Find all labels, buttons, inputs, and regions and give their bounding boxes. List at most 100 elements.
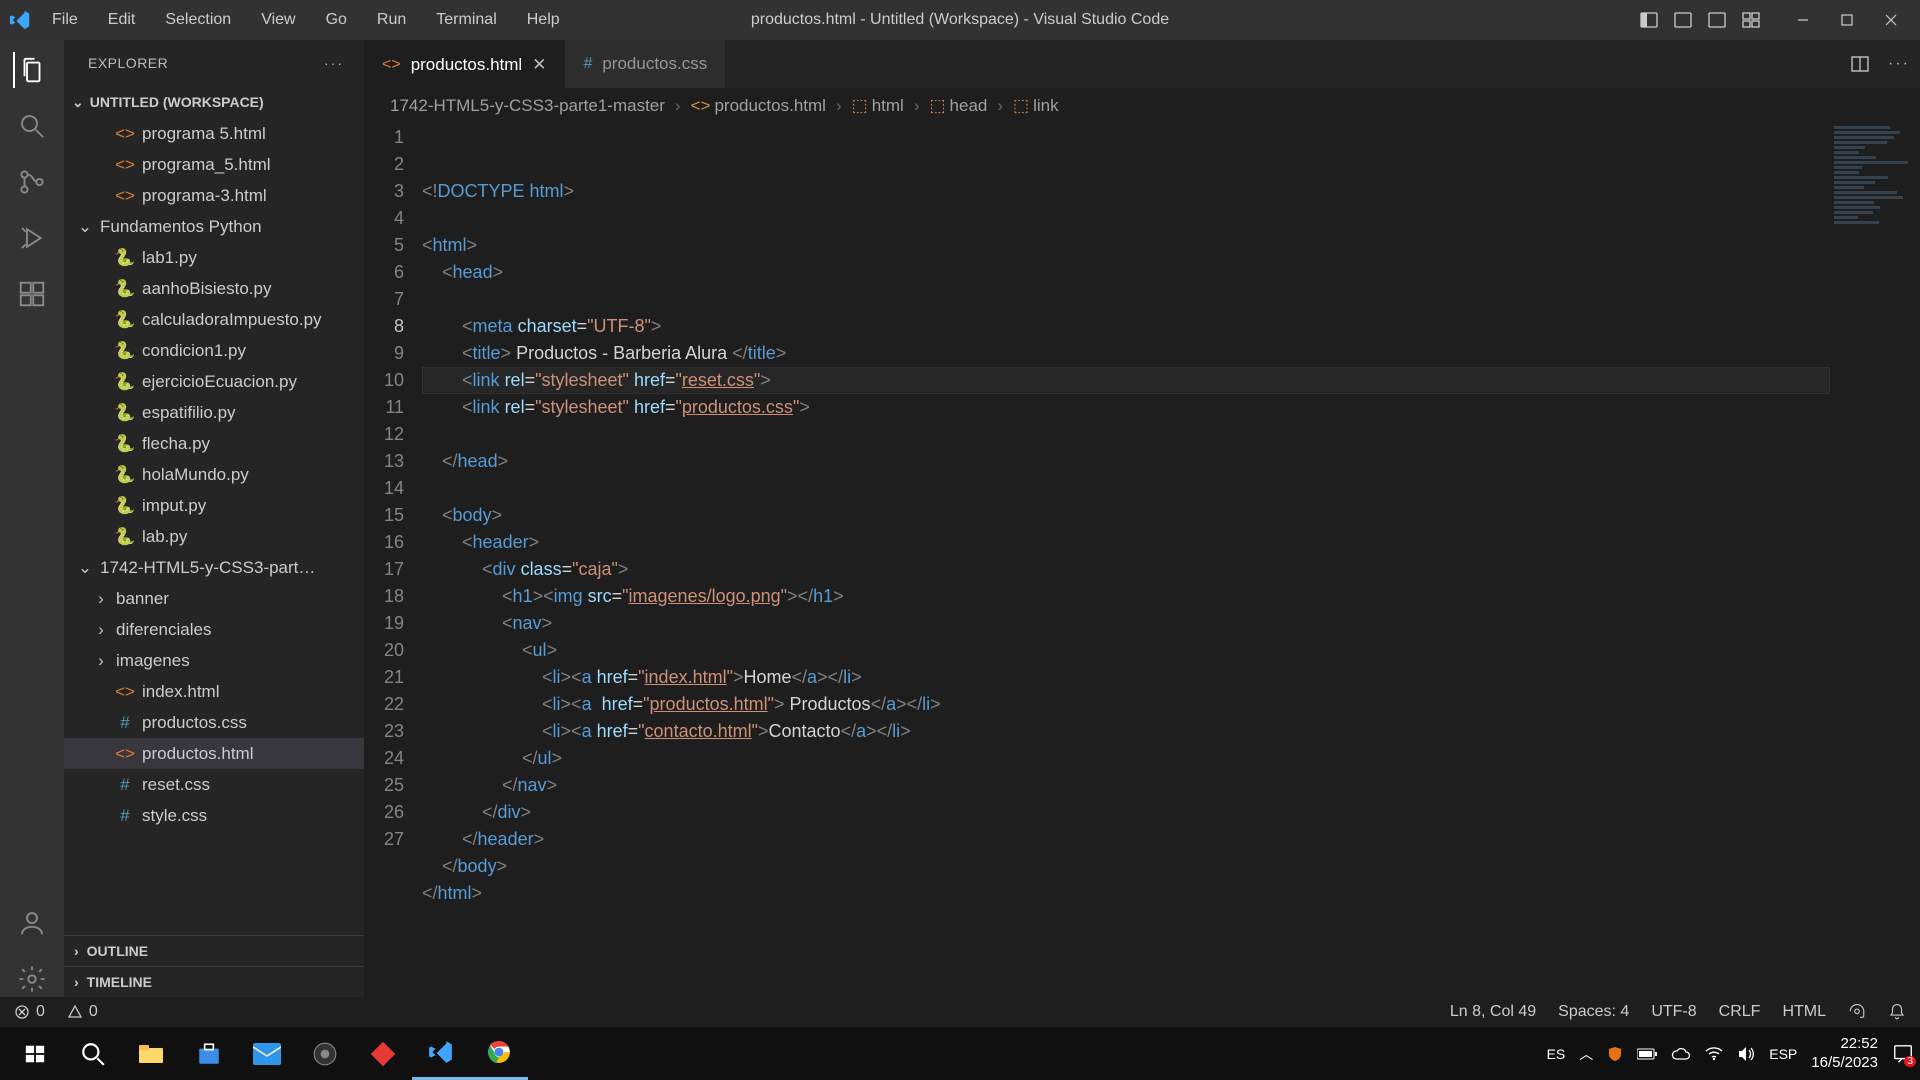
code-line[interactable]: <html> xyxy=(422,232,1920,259)
taskbar-clock[interactable]: 22:5216/5/2023 xyxy=(1811,1035,1878,1073)
tray-volume-icon[interactable] xyxy=(1737,1046,1755,1062)
minimize-button[interactable] xyxy=(1792,9,1814,31)
taskbar-explorer-icon[interactable] xyxy=(122,1027,180,1080)
tray-wifi-icon[interactable] xyxy=(1705,1047,1723,1061)
code-line[interactable]: <link rel="stylesheet" href="reset.css"> xyxy=(422,367,1830,394)
code-line[interactable]: </body> xyxy=(422,853,1920,880)
file-row[interactable]: 🐍ejercicioEcuacion.py xyxy=(64,366,364,397)
panel-bottom-icon[interactable] xyxy=(1672,9,1694,31)
code-line[interactable]: </header> xyxy=(422,826,1920,853)
taskbar-mail-icon[interactable] xyxy=(238,1027,296,1080)
file-row[interactable]: #productos.css xyxy=(64,707,364,738)
file-row[interactable]: 🐍espatifilio.py xyxy=(64,397,364,428)
code-line[interactable]: </div> xyxy=(422,799,1920,826)
file-row[interactable]: 🐍calculadoraImpuesto.py xyxy=(64,304,364,335)
code-line[interactable]: <head> xyxy=(422,259,1920,286)
code-line[interactable] xyxy=(422,286,1920,313)
code-line[interactable]: </head> xyxy=(422,448,1920,475)
more-icon[interactable]: ··· xyxy=(1888,55,1910,73)
status-feedback-icon[interactable] xyxy=(1848,1003,1866,1021)
code-line[interactable]: <li><a href="index.html">Home</a></li> xyxy=(422,664,1920,691)
code-line[interactable]: </html> xyxy=(422,880,1920,907)
tray-security-icon[interactable] xyxy=(1607,1046,1623,1062)
timeline-section[interactable]: ›TIMELINE xyxy=(64,966,364,997)
file-row[interactable]: 🐍flecha.py xyxy=(64,428,364,459)
close-button[interactable] xyxy=(1880,9,1902,31)
taskbar-vscode-icon[interactable] xyxy=(412,1027,470,1080)
code-editor[interactable]: 1234567891011121314151617181920212223242… xyxy=(364,124,1920,997)
menu-help[interactable]: Help xyxy=(515,7,572,33)
notifications-icon[interactable]: 3 xyxy=(1892,1043,1914,1065)
folder-row[interactable]: ⌄Fundamentos Python xyxy=(64,211,364,242)
code-line[interactable]: <nav> xyxy=(422,610,1920,637)
activity-search-icon[interactable] xyxy=(14,108,50,144)
taskbar-store-icon[interactable] xyxy=(180,1027,238,1080)
status-spaces[interactable]: Spaces: 4 xyxy=(1558,1003,1629,1021)
status-encoding[interactable]: UTF-8 xyxy=(1651,1003,1696,1021)
menu-selection[interactable]: Selection xyxy=(153,7,243,33)
split-editor-icon[interactable] xyxy=(1850,54,1870,74)
taskbar-chrome-icon[interactable] xyxy=(470,1027,528,1080)
code-line[interactable]: <body> xyxy=(422,502,1920,529)
file-row[interactable]: 🐍aanhoBisiesto.py xyxy=(64,273,364,304)
status-language[interactable]: HTML xyxy=(1782,1003,1826,1021)
tray-onedrive-icon[interactable] xyxy=(1671,1047,1691,1061)
code-line[interactable]: <title> Productos - Barberia Alura </tit… xyxy=(422,340,1920,367)
taskbar-search-icon[interactable] xyxy=(64,1027,122,1080)
code-line[interactable]: <!DOCTYPE html> xyxy=(422,178,1920,205)
file-row[interactable]: 🐍lab.py xyxy=(64,521,364,552)
file-row[interactable]: <>programa 5.html xyxy=(64,118,364,149)
file-row[interactable]: #style.css xyxy=(64,800,364,831)
file-row[interactable]: #reset.css xyxy=(64,769,364,800)
taskbar-kb-layout[interactable]: ESP xyxy=(1769,1046,1797,1062)
taskbar-chrome-gray-icon[interactable] xyxy=(296,1027,354,1080)
panel-left-icon[interactable] xyxy=(1638,9,1660,31)
code-line[interactable]: <ul> xyxy=(422,637,1920,664)
code-line[interactable] xyxy=(422,205,1920,232)
status-bell-icon[interactable] xyxy=(1888,1003,1906,1021)
menu-run[interactable]: Run xyxy=(365,7,418,33)
code-line[interactable]: <link rel="stylesheet" href="productos.c… xyxy=(422,394,1920,421)
close-icon[interactable]: ✕ xyxy=(532,55,546,75)
file-row[interactable]: 🐍imput.py xyxy=(64,490,364,521)
code-line[interactable] xyxy=(422,475,1920,502)
breadcrumbs[interactable]: 1742-HTML5-y-CSS3-parte1-master›<>produc… xyxy=(364,88,1920,124)
activity-account-icon[interactable] xyxy=(14,905,50,941)
file-row[interactable]: <>programa-3.html xyxy=(64,180,364,211)
code-line[interactable]: </ul> xyxy=(422,745,1920,772)
activity-debug-icon[interactable] xyxy=(14,220,50,256)
status-eol[interactable]: CRLF xyxy=(1719,1003,1761,1021)
status-cursor[interactable]: Ln 8, Col 49 xyxy=(1450,1003,1536,1021)
code-line[interactable]: <li><a href="productos.html"> Productos<… xyxy=(422,691,1920,718)
code-content[interactable]: <!DOCTYPE html> <html> <head> <meta char… xyxy=(422,124,1920,997)
taskbar-app-red-icon[interactable] xyxy=(354,1027,412,1080)
activity-explorer-icon[interactable] xyxy=(13,52,49,88)
folder-row[interactable]: ›imagenes xyxy=(64,645,364,676)
more-icon[interactable]: ··· xyxy=(324,55,344,71)
menu-edit[interactable]: Edit xyxy=(96,7,148,33)
menu-go[interactable]: Go xyxy=(314,7,359,33)
file-row[interactable]: 🐍lab1.py xyxy=(64,242,364,273)
activity-settings-icon[interactable] xyxy=(14,961,50,997)
status-warnings[interactable]: 0 xyxy=(67,1003,98,1021)
tray-chevron-icon[interactable]: ︿ xyxy=(1579,1044,1593,1064)
tray-battery-icon[interactable] xyxy=(1637,1048,1657,1060)
menu-file[interactable]: File xyxy=(40,7,90,33)
tab-productos-css[interactable]: #productos.css xyxy=(565,40,726,88)
minimap[interactable] xyxy=(1830,124,1920,997)
start-button[interactable] xyxy=(6,1027,64,1080)
outline-section[interactable]: ›OUTLINE xyxy=(64,935,364,966)
code-line[interactable]: </nav> xyxy=(422,772,1920,799)
tab-productos-html[interactable]: <>productos.html✕ xyxy=(364,40,565,88)
code-line[interactable]: <li><a href="contacto.html">Contacto</a>… xyxy=(422,718,1920,745)
breadcrumb-segment[interactable]: ⬚html xyxy=(852,96,904,116)
breadcrumb-segment[interactable]: 1742-HTML5-y-CSS3-parte1-master xyxy=(390,96,665,116)
status-errors[interactable]: 0 xyxy=(14,1003,45,1021)
file-row[interactable]: <>index.html xyxy=(64,676,364,707)
code-line[interactable]: <h1><img src="imagenes/logo.png"></h1> xyxy=(422,583,1920,610)
activity-scm-icon[interactable] xyxy=(14,164,50,200)
menu-view[interactable]: View xyxy=(249,7,307,33)
code-line[interactable]: <div class="caja"> xyxy=(422,556,1920,583)
activity-extensions-icon[interactable] xyxy=(14,276,50,312)
breadcrumb-segment[interactable]: ⬚head xyxy=(929,96,987,116)
